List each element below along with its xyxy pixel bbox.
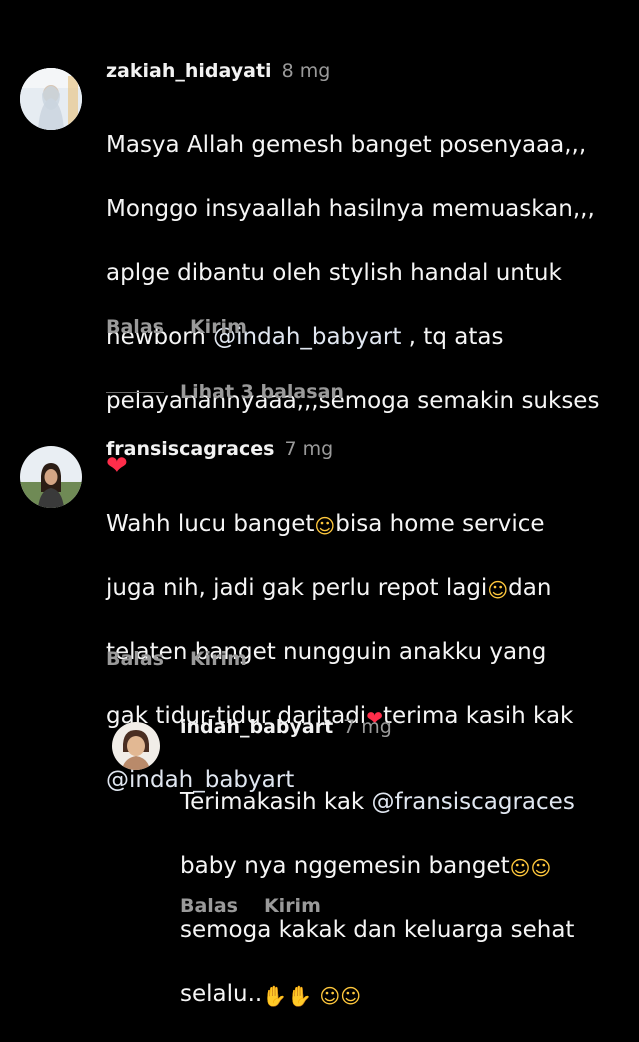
heart-eyes-emoji-icon: ☺: [509, 856, 531, 880]
send-button[interactable]: Kirim: [190, 316, 247, 338]
comment-time: 8 mg: [281, 60, 331, 82]
heart-eyes-emoji-icon: ☺: [530, 856, 552, 880]
comment-username[interactable]: fransiscagraces 7 mg: [106, 438, 333, 460]
reply-button[interactable]: Balas: [106, 648, 164, 670]
heart-eyes-emoji-icon: ☺: [314, 514, 336, 538]
view-replies-button[interactable]: Lihat 3 balasan: [106, 380, 344, 404]
hug-emoji-icon: ☺: [340, 984, 362, 1008]
pray-emoji-icon: ✋: [287, 984, 313, 1008]
reply-button[interactable]: Balas: [106, 316, 164, 338]
reply-actions: Balas Kirim: [180, 895, 347, 917]
comment-actions: Balas Kirim: [106, 648, 273, 670]
comment-username[interactable]: zakiah_hidayati 8 mg: [106, 60, 330, 82]
mention-link[interactable]: @fransiscagraces: [372, 789, 575, 815]
avatar[interactable]: [20, 446, 82, 508]
pray-emoji-icon: ✋: [262, 984, 288, 1008]
comment-actions: Balas Kirim: [106, 316, 273, 338]
reply-button[interactable]: Balas: [180, 895, 238, 917]
avatar[interactable]: [20, 68, 82, 130]
send-button[interactable]: Kirim: [190, 648, 247, 670]
divider: [106, 391, 164, 393]
smiling-hearts-emoji-icon: ☺: [487, 578, 509, 602]
reply-username[interactable]: indah_babyart 7 mg: [180, 716, 392, 738]
reply-time: 7 mg: [343, 716, 392, 738]
hug-emoji-icon: ☺: [319, 984, 341, 1008]
avatar[interactable]: [112, 722, 160, 770]
view-replies-label: Lihat 3 balasan: [180, 381, 344, 403]
comment-time: 7 mg: [284, 438, 334, 460]
send-button[interactable]: Kirim: [264, 895, 321, 917]
